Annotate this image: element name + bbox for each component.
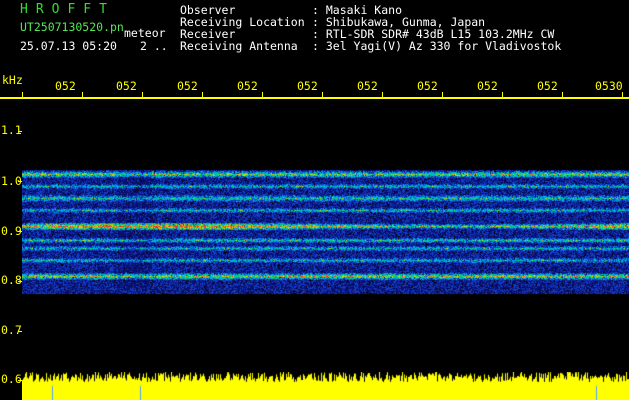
hrofft-screen: HROFFT UT2507130520.pn meteor 25.07.13 0… bbox=[0, 0, 629, 400]
time-label: 052 bbox=[537, 79, 558, 93]
signal-histogram bbox=[22, 372, 629, 400]
time-tick bbox=[202, 92, 203, 98]
time-tick bbox=[262, 92, 263, 98]
info-label-antenna: Receiving Antenna bbox=[180, 39, 298, 53]
time-tick bbox=[82, 92, 83, 98]
app-brand: HROFFT bbox=[20, 2, 115, 17]
time-label: 052 bbox=[116, 79, 137, 93]
time-tick bbox=[502, 92, 503, 98]
time-tick bbox=[562, 92, 563, 98]
time-label: 052 bbox=[177, 79, 198, 93]
freq-unit-label: kHz bbox=[2, 73, 23, 87]
freq-tick bbox=[18, 380, 22, 381]
mode-label: meteor bbox=[124, 26, 166, 40]
time-tick bbox=[442, 92, 443, 98]
freq-tick bbox=[18, 331, 22, 332]
freq-tick bbox=[18, 181, 22, 182]
time-tick bbox=[622, 92, 623, 98]
freq-tick bbox=[18, 231, 22, 232]
time-tick bbox=[322, 92, 323, 98]
time-label: 052 bbox=[417, 79, 438, 93]
time-label: 052 bbox=[237, 79, 258, 93]
time-tick bbox=[142, 92, 143, 98]
freq-tick bbox=[18, 131, 22, 132]
time-label: 0530 bbox=[595, 79, 623, 93]
info-value-antenna: : 3el Yagi(V) Az 330 for Vladivostok bbox=[312, 39, 562, 53]
extra-info: 2 .. bbox=[140, 39, 168, 53]
time-tick bbox=[382, 92, 383, 98]
freq-tick bbox=[18, 281, 22, 282]
spectrogram-plot bbox=[22, 98, 629, 378]
time-axis-line bbox=[0, 97, 629, 99]
time-label: 052 bbox=[297, 79, 318, 93]
file-name: UT2507130520.pn bbox=[20, 20, 124, 34]
time-label: 052 bbox=[477, 79, 498, 93]
time-label: 052 bbox=[55, 79, 76, 93]
time-label: 052 bbox=[357, 79, 378, 93]
time-tick bbox=[22, 92, 23, 98]
date-time: 25.07.13 05:20 bbox=[20, 39, 117, 53]
